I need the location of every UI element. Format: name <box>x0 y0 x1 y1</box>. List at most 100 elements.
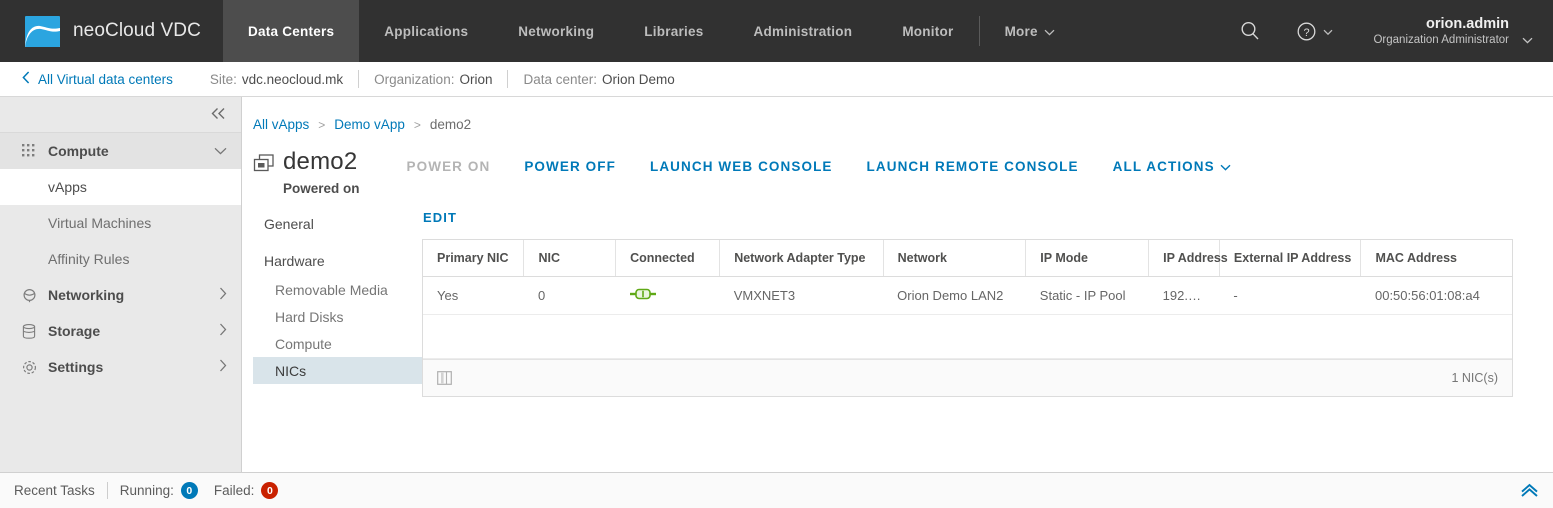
failed-tasks-stat[interactable]: Failed: 0 <box>214 482 279 499</box>
nav-tab-data-centers[interactable]: Data Centers <box>222 0 360 62</box>
sidebar-item-vapps[interactable]: vApps <box>0 169 241 205</box>
nav-tab-libraries[interactable]: Libraries <box>619 0 728 62</box>
chevron-right-icon <box>219 323 227 339</box>
context-site-value: vdc.neocloud.mk <box>241 71 344 87</box>
sidebar-item-compute-label: Compute <box>48 143 109 159</box>
user-role: Organization Administrator <box>1373 33 1509 46</box>
column-header-network[interactable]: Network <box>883 240 1027 278</box>
running-tasks-stat[interactable]: Running: 0 <box>108 482 198 499</box>
sidebar-header <box>0 97 241 133</box>
help-icon[interactable]: ? <box>1279 0 1350 62</box>
neocloud-logo-icon <box>25 15 60 47</box>
nav-tab-monitor[interactable]: Monitor <box>877 0 978 62</box>
storage-icon <box>22 323 42 339</box>
network-icon <box>22 288 42 303</box>
table-header-row: Primary NIC NIC Connected Network Adapte… <box>423 240 1512 278</box>
all-actions-button[interactable]: ALL ACTIONS <box>1096 159 1248 174</box>
application-window: neoCloud VDC Data Centers Applications N… <box>0 0 1553 508</box>
connected-plug-icon <box>629 288 656 303</box>
header-right-controls: ? orion.admin Organization Administrator <box>1222 0 1553 62</box>
nics-table-body: Yes 0 VMXNET3 Orion Demo LAN2 Static - I… <box>423 276 1512 360</box>
logo-cloud-shape <box>25 25 60 47</box>
column-header-nic[interactable]: NIC <box>523 240 617 278</box>
back-to-all-vdcs-link[interactable]: All Virtual data centers <box>22 71 173 87</box>
nics-table-footer: 1 NIC(s) <box>423 359 1512 397</box>
cell-external-ip-address: - <box>1219 276 1361 316</box>
running-label: Running: <box>119 483 174 498</box>
search-icon[interactable] <box>1222 0 1278 62</box>
breadcrumb-all-vapps[interactable]: All vApps <box>253 117 309 132</box>
power-off-button[interactable]: POWER OFF <box>507 159 633 174</box>
subnav-item-compute[interactable]: Compute <box>253 330 422 357</box>
context-organization: Organization: Orion <box>359 72 507 87</box>
vm-title-block: demo2 Powered on <box>283 149 360 196</box>
user-menu[interactable]: orion.admin Organization Administrator <box>1351 15 1539 48</box>
sidebar-item-networking[interactable]: Networking <box>0 277 241 313</box>
left-sidebar: Compute vApps Virtual Machines Affinity … <box>0 97 242 472</box>
user-chevron-down-icon <box>1522 35 1533 47</box>
brand-name: neoCloud VDC <box>73 20 201 41</box>
nav-tab-networking[interactable]: Networking <box>493 0 619 62</box>
brand-logo-area[interactable]: neoCloud VDC <box>0 0 223 62</box>
sidebar-item-affinity-rules[interactable]: Affinity Rules <box>0 241 241 277</box>
sidebar-item-networking-label: Networking <box>48 287 125 303</box>
subnav-item-removable-media[interactable]: Removable Media <box>253 276 422 303</box>
column-header-ip-mode[interactable]: IP Mode <box>1025 240 1150 278</box>
subnav-item-general[interactable]: General <box>253 210 422 237</box>
context-data-center-value: Orion Demo <box>602 71 675 87</box>
subnav-item-hardware: Hardware <box>264 252 325 269</box>
detail-content: General Hardware Removable Media Hard Di… <box>242 196 1553 472</box>
chevron-up-icon[interactable] <box>1520 483 1539 498</box>
collapse-left-icon[interactable] <box>210 106 227 123</box>
failed-label: Failed: <box>213 483 255 498</box>
nics-table: Primary NIC NIC Connected Network Adapte… <box>423 240 1512 360</box>
nav-tab-more[interactable]: More <box>980 0 1080 62</box>
sidebar-item-virtual-machines[interactable]: Virtual Machines <box>0 205 241 241</box>
nav-tab-applications[interactable]: Applications <box>359 0 493 62</box>
sidebar-item-settings[interactable]: Settings <box>0 349 241 385</box>
detail-subnav: General Hardware Removable Media Hard Di… <box>242 210 422 472</box>
sidebar-item-compute[interactable]: Compute <box>0 133 241 169</box>
breadcrumb-separator: > <box>318 117 326 132</box>
gear-icon <box>22 360 42 375</box>
context-organization-key: Organization: <box>374 71 455 87</box>
page-title: demo2 <box>283 148 358 175</box>
edit-button[interactable]: EDIT <box>422 210 1513 239</box>
column-header-network-adapter-type[interactable]: Network Adapter Type <box>719 240 884 278</box>
breadcrumb-demo-vapp[interactable]: Demo vApp <box>334 117 405 132</box>
user-info: orion.admin Organization Administrator <box>1373 15 1509 48</box>
all-actions-label: ALL ACTIONS <box>1112 159 1215 174</box>
column-header-connected[interactable]: Connected <box>615 240 721 278</box>
column-header-mac-address[interactable]: MAC Address <box>1360 240 1512 278</box>
column-header-external-ip-address[interactable]: External IP Address <box>1219 240 1362 278</box>
back-link-label: All Virtual data centers <box>38 71 173 87</box>
sidebar-item-storage[interactable]: Storage <box>0 313 241 349</box>
column-header-ip-address[interactable]: IP Address <box>1148 240 1228 278</box>
recent-tasks-label[interactable]: Recent Tasks <box>14 483 107 498</box>
breadcrumb-separator: > <box>413 117 421 132</box>
nic-count-label: 1 NIC(s) <box>1451 371 1498 386</box>
sidebar-item-storage-label: Storage <box>48 323 101 339</box>
cell-nic: 0 <box>523 276 616 316</box>
launch-web-console-button[interactable]: LAUNCH WEB CONSOLE <box>633 159 850 174</box>
nav-tab-administration[interactable]: Administration <box>729 0 878 62</box>
column-header-primary-nic[interactable]: Primary NIC <box>423 240 525 278</box>
global-nav-tabs: Data Centers Applications Networking Lib… <box>222 0 1080 62</box>
launch-remote-console-button[interactable]: LAUNCH REMOTE CONSOLE <box>850 159 1096 174</box>
subnav-item-hard-disks[interactable]: Hard Disks <box>253 303 422 330</box>
virtual-machine-icon <box>253 154 279 178</box>
column-picker-icon[interactable] <box>437 371 452 386</box>
chevron-down-icon <box>1044 24 1055 39</box>
power-on-button[interactable]: POWER ON <box>390 159 508 174</box>
status-badge: Powered on <box>283 181 360 197</box>
cell-primary-nic: Yes <box>423 276 524 316</box>
subnav-item-nics[interactable]: NICs <box>253 357 422 385</box>
nics-table-container: Primary NIC NIC Connected Network Adapte… <box>422 239 1513 398</box>
global-header: neoCloud VDC Data Centers Applications N… <box>0 0 1553 62</box>
breadcrumb-demo2: demo2 <box>429 117 472 132</box>
cell-ip-mode: Static - IP Pool <box>1025 276 1149 316</box>
cell-network-adapter-type: VMXNET3 <box>719 276 884 316</box>
table-row[interactable]: Yes 0 VMXNET3 Orion Demo LAN2 Static - I… <box>423 276 1512 316</box>
body-area: Compute vApps Virtual Machines Affinity … <box>0 97 1553 472</box>
grid-icon <box>22 144 42 158</box>
